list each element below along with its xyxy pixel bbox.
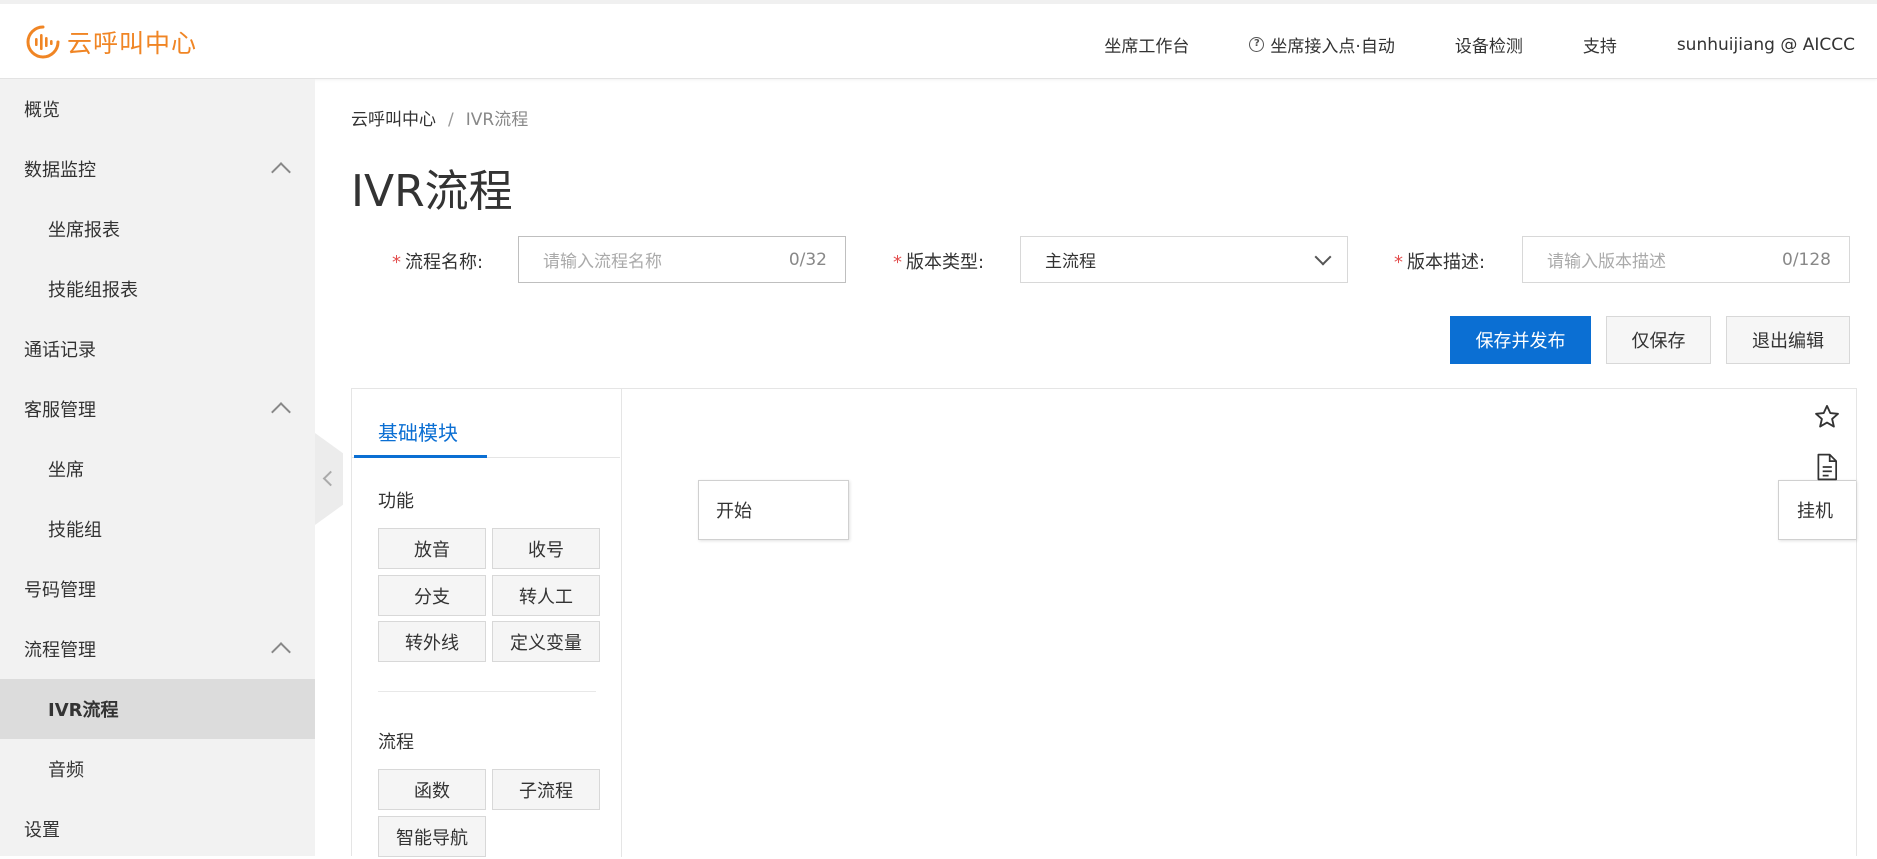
sidebar-item-label: 概览 (24, 100, 60, 121)
sidebar-item-settings[interactable]: 设置 (0, 799, 315, 859)
top-nav: 坐席工作台 ? 坐席接入点·自动 设备检测 支持 sunhuijiang @ A… (1044, 32, 1855, 58)
sidebar-item-skill-groups[interactable]: 技能组 (0, 499, 315, 559)
sidebar-item-skill-group-report[interactable]: 技能组报表 (0, 259, 315, 319)
version-desc-label-text: 版本描述: (1407, 252, 1486, 273)
nav-user-account[interactable]: sunhuijiang @ AICCC (1677, 35, 1855, 55)
tab-active-indicator (354, 455, 487, 458)
flow-name-char-count: 0/32 (788, 249, 827, 270)
chevron-up-icon (271, 162, 291, 182)
flow-node-label: 挂机 (1797, 501, 1833, 522)
sidebar-item-label: 技能组报表 (48, 280, 138, 301)
sidebar-item-label: 数据监控 (24, 160, 96, 181)
flow-name-placeholder: 请输入流程名称 (543, 252, 662, 272)
chevron-up-icon (271, 642, 291, 662)
module-collect-digits[interactable]: 收号 (492, 528, 600, 569)
save-only-button[interactable]: 仅保存 (1606, 316, 1711, 364)
sidebar-item-label: 流程管理 (24, 640, 96, 661)
chevron-up-icon (271, 402, 291, 422)
flow-node-label: 开始 (716, 501, 752, 522)
required-mark: * (893, 252, 902, 273)
sidebar-item-flow-management[interactable]: 流程管理 (0, 619, 315, 679)
chevron-down-icon (1314, 248, 1332, 266)
sidebar-item-agents[interactable]: 坐席 (0, 439, 315, 499)
module-transfer-external[interactable]: 转外线 (378, 621, 486, 662)
version-type-label-text: 版本类型: (906, 252, 985, 273)
nav-device-check[interactable]: 设备检测 (1455, 32, 1523, 57)
flow-node-hangup[interactable]: 挂机 (1778, 480, 1856, 540)
flow-editor: 基础模块 功能 放音 收号 分支 转人工 转外线 定义变量 流程 函数 子流程 … (351, 388, 1857, 857)
version-desc-placeholder: 请输入版本描述 (1547, 252, 1666, 272)
sidebar-item-label: 设置 (24, 820, 60, 841)
sidebar-item-number-management[interactable]: 号码管理 (0, 559, 315, 619)
module-smart-navigation[interactable]: 智能导航 (378, 816, 486, 857)
sidebar-item-data-monitor[interactable]: 数据监控 (0, 139, 315, 199)
sidebar-item-call-records[interactable]: 通话记录 (0, 319, 315, 379)
sidebar-item-label: IVR流程 (48, 700, 119, 721)
version-type-value: 主流程 (1045, 252, 1096, 272)
document-icon[interactable] (1814, 453, 1840, 481)
breadcrumb-current: IVR流程 (465, 110, 529, 130)
sidebar-item-ivr-flow[interactable]: IVR流程 (0, 679, 315, 739)
nav-support[interactable]: 支持 (1583, 32, 1617, 57)
sidebar-item-label: 通话记录 (24, 340, 96, 361)
sidebar-item-label: 音频 (48, 760, 84, 781)
required-mark: * (1394, 252, 1403, 273)
version-desc-input[interactable]: 请输入版本描述 0/128 (1522, 236, 1850, 283)
sidebar-item-label: 客服管理 (24, 400, 96, 421)
group-title-function: 功能 (378, 491, 414, 512)
group-title-flow: 流程 (378, 732, 414, 753)
required-mark: * (392, 252, 401, 273)
star-icon[interactable] (1813, 403, 1841, 431)
nav-agent-workbench[interactable]: 坐席工作台 (1104, 32, 1189, 57)
module-play-audio[interactable]: 放音 (378, 528, 486, 569)
version-desc-char-count: 0/128 (1782, 249, 1831, 270)
top-bar: 云呼叫中心 坐席工作台 ? 坐席接入点·自动 设备检测 支持 sunhuijia… (0, 0, 1877, 79)
flow-name-label-text: 流程名称: (405, 252, 484, 273)
flow-name-input[interactable]: 请输入流程名称 0/32 (518, 236, 846, 283)
sidebar-item-label: 技能组 (48, 520, 102, 541)
save-and-publish-button[interactable]: 保存并发布 (1450, 316, 1591, 364)
tab-basic-modules[interactable]: 基础模块 (378, 417, 458, 446)
module-subflow[interactable]: 子流程 (492, 769, 600, 810)
flow-node-start[interactable]: 开始 (698, 480, 849, 540)
breadcrumb-root[interactable]: 云呼叫中心 (351, 110, 436, 130)
help-icon: ? (1249, 37, 1265, 52)
page-title: IVR流程 (351, 166, 513, 217)
sidebar-collapse-toggle[interactable] (315, 433, 343, 525)
version-type-label: * 版本类型: (893, 248, 984, 274)
call-center-logo-icon (26, 25, 60, 59)
breadcrumb-separator: / (448, 110, 454, 130)
sidebar-item-label: 号码管理 (24, 580, 96, 601)
app-logo[interactable]: 云呼叫中心 (25, 24, 197, 60)
nav-agent-access-point-label: 坐席接入点·自动 (1270, 37, 1395, 57)
sidebar-item-service-management[interactable]: 客服管理 (0, 379, 315, 439)
flow-name-label: * 流程名称: (392, 248, 483, 274)
nav-agent-access-point[interactable]: ? 坐席接入点·自动 (1249, 32, 1395, 57)
sidebar-item-label: 坐席报表 (48, 220, 120, 241)
sidebar-item-audio[interactable]: 音频 (0, 739, 315, 799)
module-transfer-agent[interactable]: 转人工 (492, 575, 600, 616)
breadcrumb: 云呼叫中心 / IVR流程 (351, 105, 528, 130)
sidebar-item-overview[interactable]: 概览 (0, 79, 315, 139)
sidebar: 概览 数据监控 坐席报表 技能组报表 通话记录 客服管理 坐席 技能组 号码管理… (0, 79, 315, 856)
chevron-left-icon (322, 470, 339, 487)
app-title: 云呼叫中心 (67, 29, 198, 58)
exit-edit-button[interactable]: 退出编辑 (1726, 316, 1850, 364)
sidebar-item-label: 坐席 (48, 460, 84, 481)
version-desc-label: * 版本描述: (1394, 248, 1485, 274)
group-divider (378, 691, 596, 692)
version-type-select[interactable]: 主流程 (1020, 236, 1348, 283)
module-define-variable[interactable]: 定义变量 (492, 621, 600, 662)
module-palette: 基础模块 功能 放音 收号 分支 转人工 转外线 定义变量 流程 函数 子流程 … (352, 389, 622, 857)
module-branch[interactable]: 分支 (378, 575, 486, 616)
module-function[interactable]: 函数 (378, 769, 486, 810)
sidebar-item-agent-report[interactable]: 坐席报表 (0, 199, 315, 259)
